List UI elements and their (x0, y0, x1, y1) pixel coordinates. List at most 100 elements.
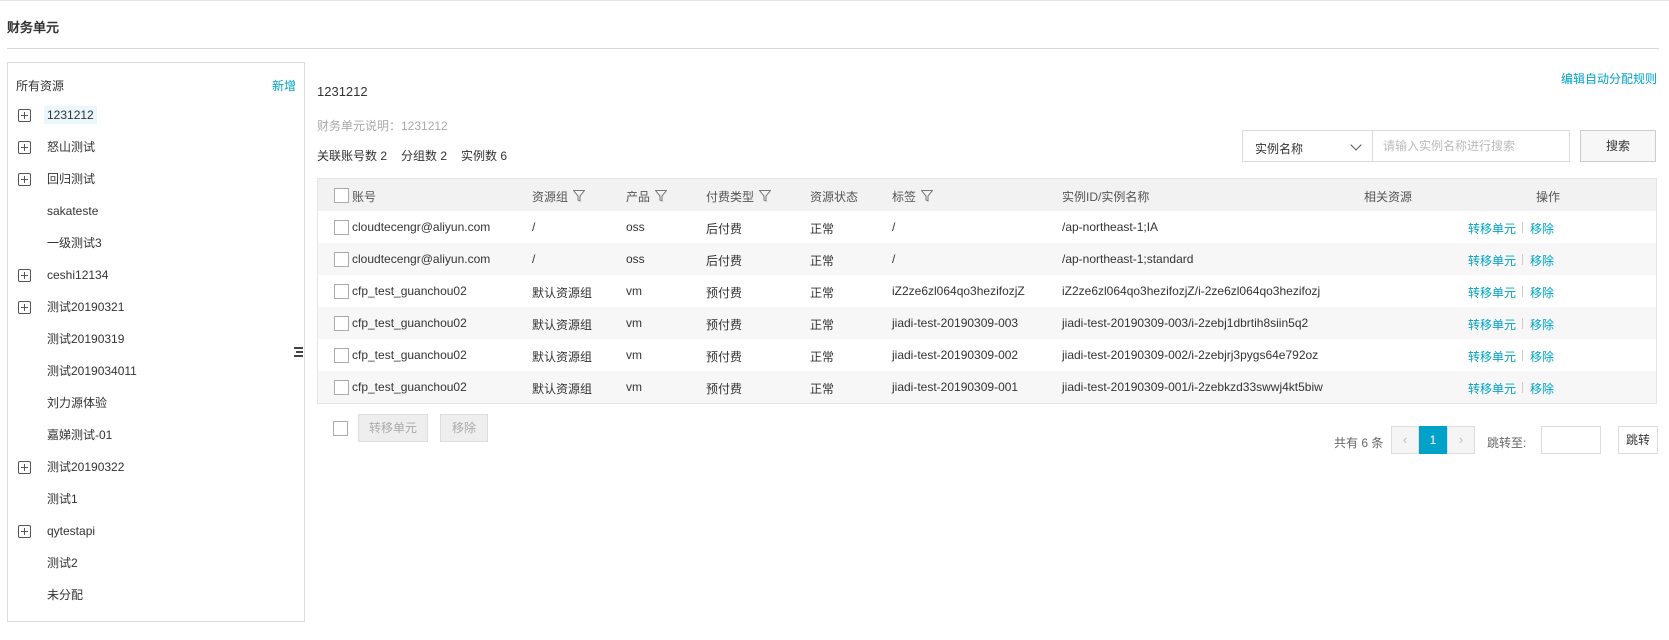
row-checkbox[interactable] (334, 348, 349, 363)
tree-item-label[interactable]: ceshi12134 (44, 266, 111, 284)
tree-item[interactable]: 测试20190321 (8, 291, 304, 323)
tree-item[interactable]: 嘉娣测试-01 (8, 419, 304, 451)
row-remove-link[interactable]: 移除 (1530, 220, 1554, 237)
header-instance: 实例ID/实例名称 (1062, 190, 1150, 204)
top-border (0, 0, 1669, 1)
collapse-sidebar-icon[interactable] (291, 346, 303, 358)
search-button[interactable]: 搜索 (1580, 130, 1656, 162)
tree-item[interactable]: 怒山测试 (8, 131, 304, 163)
expand-plus-icon[interactable] (18, 525, 31, 538)
row-checkbox[interactable] (334, 380, 349, 395)
action-separator (1522, 286, 1523, 297)
cell-product: oss (626, 220, 645, 234)
tree-item-label[interactable]: 未分配 (44, 586, 86, 604)
expand-plus-icon[interactable] (18, 269, 31, 282)
row-transfer-link[interactable]: 转移单元 (1468, 252, 1516, 269)
account-count: 关联账号数 2 (317, 149, 388, 163)
tree-item-label[interactable]: 测试20190322 (44, 458, 127, 476)
tree-item[interactable]: 测试2 (8, 547, 304, 579)
cell-status: 正常 (810, 286, 835, 300)
cell-account: cfp_test_guanchou02 (352, 380, 467, 394)
resource-tree: 1231212 怒山测试回归测试 sakateste 一级测试3 ceshi12134 测… (8, 99, 304, 611)
row-checkbox[interactable] (334, 252, 349, 267)
row-remove-link[interactable]: 移除 (1530, 284, 1554, 301)
tree-item[interactable]: qytestapi (8, 515, 304, 547)
row-remove-link[interactable]: 移除 (1530, 252, 1554, 269)
pager-next-button[interactable]: › (1447, 426, 1475, 454)
cell-product: vm (626, 284, 642, 298)
title-divider (7, 48, 1659, 49)
cell-billing-type: 后付费 (706, 254, 743, 268)
tree-item[interactable]: sakateste (8, 195, 304, 227)
tree-item-label[interactable]: sakateste (44, 202, 101, 220)
row-checkbox[interactable] (334, 220, 349, 235)
expand-plus-icon[interactable] (18, 173, 31, 186)
tree-item[interactable]: 测试20190319 (8, 323, 304, 355)
row-transfer-link[interactable]: 转移单元 (1468, 316, 1516, 333)
tree-item-label[interactable]: 嘉娣测试-01 (44, 426, 115, 444)
jump-button[interactable]: 跳转 (1618, 426, 1658, 454)
row-transfer-link[interactable]: 转移单元 (1468, 284, 1516, 301)
tree-item-label[interactable]: 1231212 (44, 106, 97, 124)
tree-item[interactable]: 测试20190322 (8, 451, 304, 483)
tree-item[interactable]: 刘力源体验 (8, 387, 304, 419)
batch-transfer-button[interactable]: 转移单元 (358, 414, 428, 442)
cell-account: cfp_test_guanchou02 (352, 284, 467, 298)
cell-billing-type: 预付费 (706, 318, 743, 332)
tree-item-label[interactable]: 回归测试 (44, 170, 98, 188)
tree-item[interactable]: 一级测试3 (8, 227, 304, 259)
search-input[interactable] (1372, 130, 1570, 162)
row-transfer-link[interactable]: 转移单元 (1468, 220, 1516, 237)
cell-instance: jiadi-test-20190309-001/i-2zebkzd33swwj4… (1062, 380, 1323, 394)
tree-item-label[interactable]: 一级测试3 (44, 234, 105, 252)
tree-item-label[interactable]: 测试20190321 (44, 298, 127, 316)
edit-auto-assign-rule-link[interactable]: 编辑自动分配规则 (1561, 70, 1657, 87)
tree-item[interactable]: 测试1 (8, 483, 304, 515)
row-remove-link[interactable]: 移除 (1530, 316, 1554, 333)
filter-icon[interactable] (920, 190, 934, 202)
expand-plus-icon[interactable] (18, 461, 31, 474)
cell-product: oss (626, 252, 645, 266)
tree-item[interactable]: 未分配 (8, 579, 304, 611)
search-field-select[interactable]: 实例名称 (1242, 130, 1372, 162)
row-transfer-link[interactable]: 转移单元 (1468, 348, 1516, 365)
select-all-checkbox[interactable] (334, 188, 349, 203)
tree-item-label[interactable]: 刘力源体验 (44, 394, 110, 412)
filter-icon[interactable] (572, 190, 586, 202)
action-separator (1522, 318, 1523, 329)
tree-item[interactable]: 回归测试 (8, 163, 304, 195)
tree-item-label[interactable]: 测试2 (44, 554, 81, 572)
tree-item[interactable]: 1231212 (8, 99, 304, 131)
row-transfer-link[interactable]: 转移单元 (1468, 380, 1516, 397)
action-separator (1522, 382, 1523, 393)
header-account: 账号 (352, 190, 377, 204)
tree-item-label[interactable]: 怒山测试 (44, 138, 98, 156)
tree-item[interactable]: ceshi12134 (8, 259, 304, 291)
row-remove-link[interactable]: 移除 (1530, 348, 1554, 365)
table-header-row: 账号 资源组 产品 付费类型 资源状态 标签 实例ID/实例名称 相关资源 操作 (318, 179, 1656, 211)
tree-item[interactable]: 测试2019034011 (8, 355, 304, 387)
cell-billing-type: 预付费 (706, 286, 743, 300)
expand-plus-icon[interactable] (18, 141, 31, 154)
pager-prev-button[interactable]: ‹ (1391, 426, 1419, 454)
cell-resource-group: 默认资源组 (532, 318, 593, 332)
jump-page-input[interactable] (1541, 426, 1601, 454)
row-remove-link[interactable]: 移除 (1530, 380, 1554, 397)
expand-plus-icon[interactable] (18, 109, 31, 122)
filter-icon[interactable] (654, 190, 668, 202)
tree-item-label[interactable]: 测试20190319 (44, 330, 127, 348)
tree-item-label[interactable]: 测试2019034011 (44, 362, 140, 380)
expand-plus-icon[interactable] (18, 301, 31, 314)
filter-icon[interactable] (758, 190, 772, 202)
batch-remove-button[interactable]: 移除 (440, 414, 488, 442)
tree-item-label[interactable]: 测试1 (44, 490, 81, 508)
footer-select-all-checkbox[interactable] (333, 421, 348, 436)
row-checkbox[interactable] (334, 316, 349, 331)
table-row: cfp_test_guanchou02 默认资源组 vm 预付费 正常 jiadi-tes… (318, 371, 1656, 403)
cell-tag: jiadi-test-20190309-001 (892, 380, 1019, 394)
cell-resource-group: 默认资源组 (532, 382, 593, 396)
pager-current-page[interactable]: 1 (1419, 426, 1447, 454)
add-unit-link[interactable]: 新增 (272, 77, 296, 94)
row-checkbox[interactable] (334, 284, 349, 299)
tree-item-label[interactable]: qytestapi (44, 522, 98, 540)
